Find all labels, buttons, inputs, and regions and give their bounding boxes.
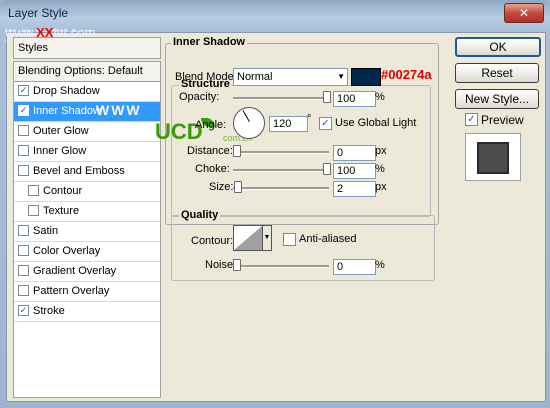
shadow-color-swatch[interactable] (351, 68, 381, 86)
style-item-contour[interactable]: Contour (14, 182, 160, 202)
style-item-label: Color Overlay (33, 245, 101, 257)
style-checkbox[interactable] (18, 224, 29, 236)
style-checkbox[interactable] (18, 144, 29, 156)
styles-header[interactable]: Styles (13, 37, 161, 59)
distance-input[interactable]: 0 (333, 145, 376, 161)
opacity-input[interactable]: 100 (333, 91, 376, 107)
inner-shadow-title: Inner Shadow (171, 36, 248, 48)
choke-slider-thumb[interactable] (323, 163, 331, 175)
style-item-label: Contour (43, 185, 83, 197)
distance-unit: px (375, 145, 387, 157)
style-checkbox[interactable] (18, 244, 29, 256)
style-item-label: Satin (33, 225, 59, 237)
noise-input[interactable]: 0 (333, 259, 376, 275)
choke-input[interactable]: 100 (333, 163, 376, 179)
new-style-button[interactable]: New Style... (455, 89, 539, 109)
watermark-www: WWW (96, 102, 142, 118)
quality-group (171, 215, 435, 281)
window-title: Layer Style (8, 6, 69, 20)
style-item-inner-glow[interactable]: Inner Glow (14, 142, 160, 162)
style-item-drop-shadow[interactable]: Drop Shadow (14, 82, 160, 102)
style-item-texture[interactable]: Texture (14, 202, 160, 222)
use-global-light-label: Use Global Light (335, 117, 417, 129)
size-unit: px (375, 181, 387, 193)
chevron-down-icon: ▼ (337, 72, 345, 81)
noise-slider-thumb[interactable] (233, 259, 241, 271)
contour-picker[interactable] (233, 225, 263, 251)
blend-mode-label: Blend Mode: (175, 71, 237, 83)
preview-square (477, 142, 509, 174)
style-item-label: Stroke (33, 305, 65, 317)
chevron-down-icon: ▼ (263, 234, 271, 241)
blend-mode-select[interactable]: Normal ▼ (233, 68, 348, 86)
noise-slider[interactable] (233, 265, 329, 268)
style-item-label: Inner Shadow (33, 105, 101, 117)
style-checkbox[interactable] (18, 84, 29, 96)
use-global-light-checkbox[interactable] (319, 117, 332, 130)
choke-slider[interactable] (233, 169, 329, 172)
opacity-label: Opacity: (179, 91, 220, 103)
size-label: Size: (209, 181, 234, 193)
style-item-label: Drop Shadow (33, 85, 100, 97)
style-item-label: Texture (43, 205, 80, 217)
style-checkbox[interactable] (18, 284, 29, 296)
close-button[interactable]: ✕ (504, 3, 544, 23)
angle-unit: ° (307, 113, 312, 125)
color-hex-label: #00274a (381, 67, 432, 82)
style-item-bevel-and-emboss[interactable]: Bevel and Emboss (14, 162, 160, 182)
styles-list: Blending Options: Default Drop Shadow Inne… (13, 61, 161, 398)
style-checkbox[interactable] (18, 104, 29, 116)
style-checkbox[interactable] (18, 124, 29, 136)
angle-label: Angle: (195, 119, 227, 131)
style-item-label: Bevel and Emboss (33, 165, 125, 177)
distance-slider[interactable] (233, 151, 329, 154)
contour-dropdown[interactable]: ▼ (262, 225, 272, 251)
noise-unit: % (375, 259, 385, 271)
quality-title: Quality (179, 209, 221, 221)
style-item-satin[interactable]: Satin (14, 222, 160, 242)
opacity-unit: % (375, 91, 385, 103)
style-item-inner-shadow[interactable]: Inner ShadowWWW (14, 102, 160, 122)
contour-curve-icon (234, 226, 262, 250)
preview-label: Preview (481, 113, 524, 127)
style-item-blending-options-default[interactable]: Blending Options: Default (14, 62, 160, 82)
style-item-label: Inner Glow (33, 145, 87, 157)
style-item-color-overlay[interactable]: Color Overlay (14, 242, 160, 262)
ok-button[interactable]: OK (455, 37, 541, 57)
choke-label: Choke: (195, 163, 230, 175)
size-input[interactable]: 2 (333, 181, 376, 197)
style-item-outer-glow[interactable]: Outer Glow (14, 122, 160, 142)
preview-checkbox[interactable] (465, 113, 478, 126)
style-item-label: Outer Glow (33, 125, 89, 137)
style-checkbox[interactable] (18, 304, 29, 316)
anti-aliased-checkbox[interactable] (283, 233, 296, 246)
angle-dial[interactable] (233, 107, 265, 139)
dialog-body: www.XXtvt.com Styles Blending Options: D… (5, 25, 546, 402)
style-checkbox[interactable] (28, 204, 39, 216)
reset-button[interactable]: Reset (455, 63, 539, 83)
size-slider-thumb[interactable] (233, 181, 242, 193)
style-item-pattern-overlay[interactable]: Pattern Overlay (14, 282, 160, 302)
anti-aliased-label: Anti-aliased (299, 233, 357, 245)
style-item-label: Gradient Overlay (33, 265, 117, 277)
opacity-slider[interactable] (233, 97, 329, 100)
style-item-label: Pattern Overlay (33, 285, 110, 297)
style-item-gradient-overlay[interactable]: Gradient Overlay (14, 262, 160, 282)
size-slider[interactable] (233, 187, 329, 190)
choke-unit: % (375, 163, 385, 175)
style-item-stroke[interactable]: Stroke (14, 302, 160, 322)
style-item-label: Blending Options: Default (18, 65, 143, 77)
preview-thumbnail (465, 133, 521, 181)
noise-label: Noise: (205, 259, 237, 271)
angle-dial-hand (242, 110, 250, 122)
distance-label: Distance: (187, 145, 233, 157)
style-checkbox[interactable] (18, 264, 29, 276)
style-checkbox[interactable] (18, 164, 29, 176)
contour-label: Contour: (191, 235, 234, 247)
opacity-slider-thumb[interactable] (323, 91, 331, 103)
angle-input[interactable]: 120 (269, 116, 308, 132)
layer-style-window: Layer Style 思缘教程论坛 ✕ www.XXtvt.com Style… (0, 0, 550, 408)
distance-slider-thumb[interactable] (233, 145, 241, 157)
style-checkbox[interactable] (28, 184, 39, 196)
